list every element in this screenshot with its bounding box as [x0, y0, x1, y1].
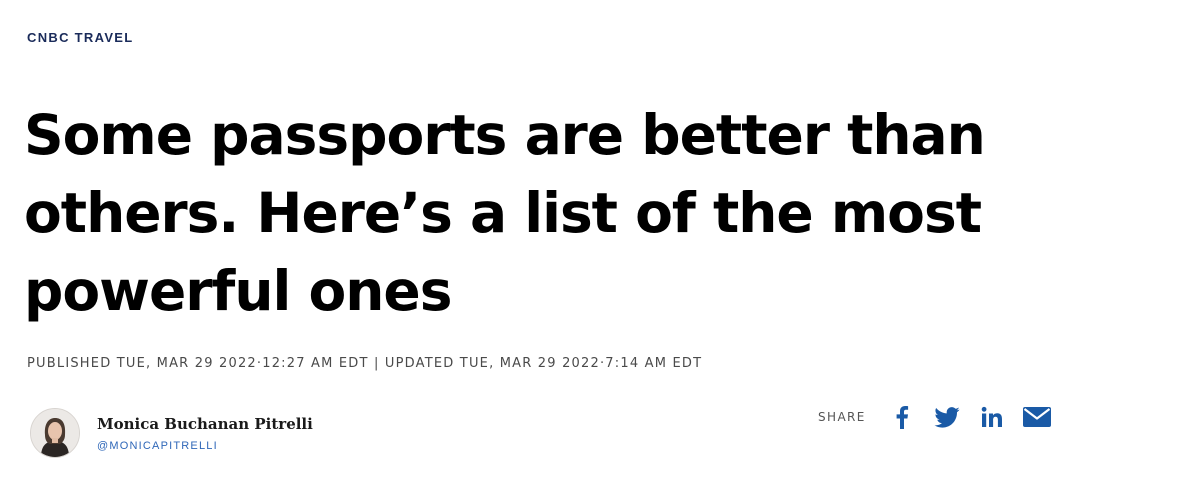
article-timestamp: PUBLISHED TUE, MAR 29 2022·12:27 AM EDT … — [27, 356, 703, 371]
share-label: SHARE — [818, 410, 866, 424]
section-label[interactable]: CNBC TRAVEL — [27, 30, 134, 45]
email-icon — [1022, 407, 1051, 427]
article-header: CNBC TRAVEL Some passports are better th… — [0, 0, 1200, 500]
twitter-icon — [934, 406, 960, 428]
share-bar: SHARE — [818, 400, 1053, 434]
share-linkedin-button[interactable] — [976, 401, 1008, 433]
author-meta: Monica Buchanan Pitrelli @MONICAPITRELLI — [97, 415, 313, 452]
share-twitter-button[interactable] — [931, 401, 963, 433]
share-email-button[interactable] — [1021, 401, 1053, 433]
facebook-icon — [896, 406, 908, 429]
author-byline: Monica Buchanan Pitrelli @MONICAPITRELLI — [30, 406, 313, 460]
linkedin-icon — [981, 406, 1002, 427]
author-name-link[interactable]: Monica Buchanan Pitrelli — [97, 415, 313, 433]
share-facebook-button[interactable] — [886, 401, 918, 433]
author-photo — [31, 409, 79, 457]
author-handle-link[interactable]: @MONICAPITRELLI — [97, 440, 313, 452]
article-headline: Some passports are better than others. H… — [24, 103, 986, 323]
author-avatar[interactable] — [30, 408, 80, 458]
